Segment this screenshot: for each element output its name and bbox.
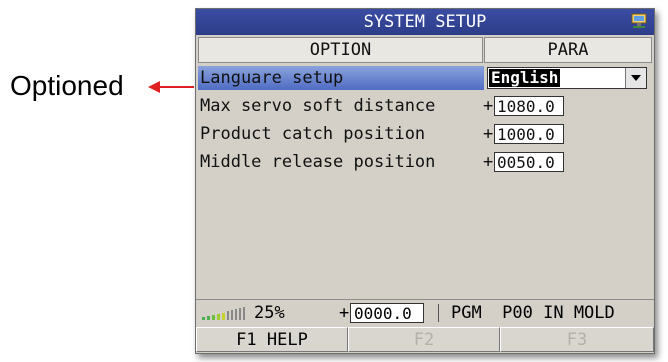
column-header-para: PARA (484, 37, 652, 63)
row-product-catch-position: Product catch position + 1000.0 (198, 121, 650, 147)
status-value-input[interactable]: 0000.0 (350, 303, 424, 323)
row-label: Product catch position (200, 124, 426, 144)
sign-indicator: + (483, 124, 494, 144)
chevron-down-icon (631, 75, 641, 81)
speed-percent: 25% (254, 303, 285, 323)
language-select-value: English (489, 68, 561, 87)
sign-indicator: + (483, 96, 494, 116)
f2-button[interactable]: F2 (348, 327, 500, 352)
f1-help-button[interactable]: F1 HELP (196, 327, 348, 352)
callout-arrow-icon (148, 81, 194, 93)
row-label: Max servo soft distance (200, 96, 436, 116)
status-sign: + (339, 303, 350, 323)
callout-label: Optioned (10, 70, 124, 101)
row-label: Middle release position (200, 152, 436, 172)
column-header-option: OPTION (198, 37, 483, 63)
f3-button[interactable]: F3 (500, 327, 654, 352)
window-title: SYSTEM SETUP (363, 12, 487, 32)
row-middle-release-position: Middle release position + 0050.0 (198, 149, 650, 175)
sign-indicator: + (483, 152, 494, 172)
product-catch-position-input[interactable]: 1000.0 (494, 124, 564, 144)
signal-strength-icon (202, 307, 245, 320)
title-bar: SYSTEM SETUP (196, 9, 654, 35)
function-key-bar: F1 HELP F2 F3 (196, 327, 654, 353)
row-label: Languare setup (200, 68, 344, 88)
row-language-setup[interactable]: Languare setup English (198, 65, 650, 91)
max-servo-soft-distance-input[interactable]: 1080.0 (494, 96, 564, 116)
status-divider (438, 304, 439, 322)
system-setup-window: SYSTEM SETUP OPTION PARA Languare setup … (195, 8, 655, 354)
network-computer-icon[interactable] (630, 12, 648, 30)
middle-release-position-input[interactable]: 0050.0 (494, 152, 564, 172)
dropdown-button[interactable] (625, 68, 646, 88)
language-select[interactable]: English (487, 67, 647, 89)
status-bar: 25% + 0000.0 PGM P00 IN MOLD (196, 299, 654, 326)
row-max-servo-soft-distance: Max servo soft distance + 1080.0 (198, 93, 650, 119)
program-status-text: PGM P00 IN MOLD (451, 303, 615, 323)
